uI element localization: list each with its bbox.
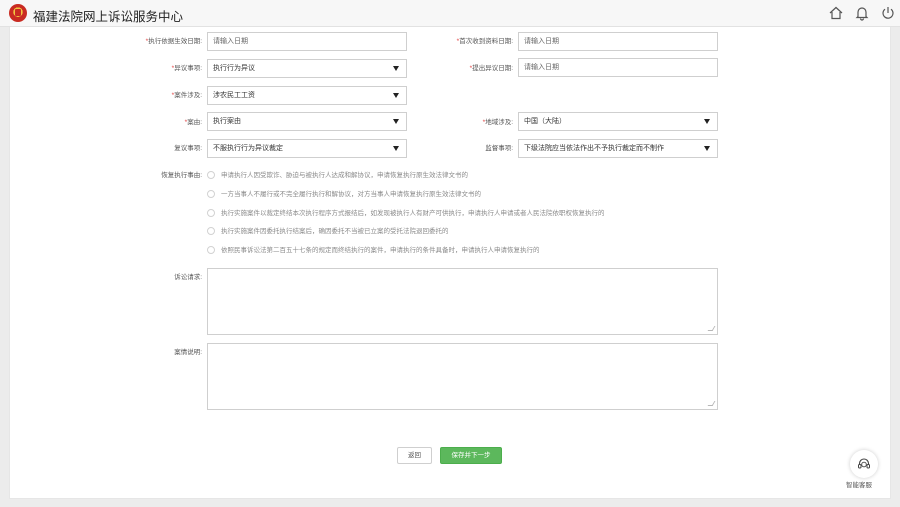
case-desc-label: 案情说明: — [174, 349, 202, 356]
power-icon[interactable] — [880, 5, 896, 21]
radio-button[interactable] — [207, 209, 215, 217]
objection-matter-select[interactable]: 执行行为异议 — [207, 59, 407, 78]
headset-icon — [858, 458, 870, 469]
top-header: 福建法院网上诉讼服务中心 — [0, 0, 900, 27]
supervision-matter-label: 监督事项: — [485, 145, 513, 152]
claims-label: 诉讼请求: — [174, 274, 202, 281]
chevron-down-icon — [704, 146, 710, 151]
case-desc-textarea[interactable] — [207, 343, 718, 410]
resume-reason-label: 恢复执行事由: — [161, 172, 202, 179]
resize-handle-icon[interactable] — [707, 326, 716, 331]
back-button[interactable]: 返回 — [397, 447, 432, 464]
claims-textarea[interactable] — [207, 268, 718, 335]
cause-label: *案由: — [184, 119, 202, 126]
chevron-down-icon — [393, 119, 399, 124]
app-title: 福建法院网上诉讼服务中心 — [33, 10, 184, 24]
smart-service-button[interactable] — [850, 450, 878, 478]
exec-basis-date-input[interactable]: 请输入日期 — [207, 32, 407, 51]
chevron-down-icon — [393, 146, 399, 151]
smart-service-label: 智能客服 — [846, 482, 872, 489]
objection-date-label: *提出异议日期: — [469, 65, 513, 72]
chevron-down-icon — [393, 66, 399, 71]
form-panel — [9, 27, 891, 499]
cause-select[interactable]: 执行案由 — [207, 112, 407, 131]
case-involves-select[interactable]: 涉农民工工资 — [207, 86, 407, 105]
objection-date-input[interactable]: 请输入日期 — [518, 58, 718, 77]
radio-button[interactable] — [207, 171, 215, 179]
objection-matter-label: *异议事项: — [171, 65, 202, 72]
case-involves-label: *案件涉及: — [171, 92, 202, 99]
resize-handle-icon[interactable] — [707, 401, 716, 406]
court-emblem-logo — [9, 4, 27, 22]
review-matter-label: 复议事项: — [174, 145, 202, 152]
exec-basis-date-label: *执行依据生效日期: — [145, 38, 202, 45]
supervision-matter-select[interactable]: 下级法院应当依法作出不予执行裁定而不制作 — [518, 139, 718, 158]
region-label: *地域涉及: — [482, 119, 513, 126]
bell-icon[interactable] — [854, 5, 870, 21]
radio-button[interactable] — [207, 190, 215, 198]
first-receive-date-label: *首次收到资料日期: — [456, 38, 513, 45]
region-select[interactable]: 中国（大陆） — [518, 112, 718, 131]
home-icon[interactable] — [828, 5, 844, 21]
review-matter-select[interactable]: 不服执行行为异议裁定 — [207, 139, 407, 158]
chevron-down-icon — [704, 119, 710, 124]
chevron-down-icon — [393, 93, 399, 98]
save-next-button[interactable]: 保存并下一步 — [440, 447, 502, 464]
first-receive-date-input[interactable]: 请输入日期 — [518, 32, 718, 51]
radio-button[interactable] — [207, 246, 215, 254]
radio-button[interactable] — [207, 227, 215, 235]
